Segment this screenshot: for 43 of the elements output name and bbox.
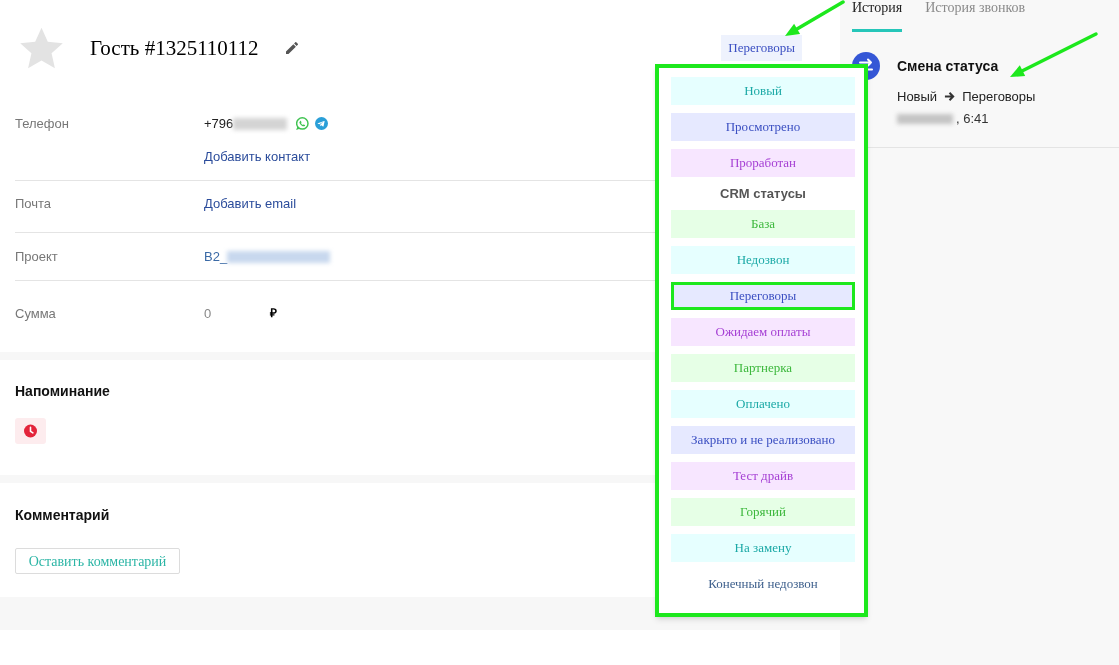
- pencil-icon[interactable]: [285, 42, 298, 54]
- project-link[interactable]: B2_: [204, 248, 228, 265]
- paper-plane-icon[interactable]: [315, 117, 329, 130]
- status-option[interactable]: Недозвон: [671, 246, 855, 274]
- status-option[interactable]: Просмотрено: [671, 113, 855, 141]
- leave-comment-button[interactable]: Оставить комментарий: [15, 548, 180, 574]
- status-option[interactable]: Оплачено: [671, 390, 855, 418]
- status-option[interactable]: На замену: [671, 534, 855, 562]
- new-status: Переговоры: [962, 88, 1036, 105]
- status-option[interactable]: База: [671, 210, 855, 238]
- status-option[interactable]: Ожидаем оплаты: [671, 318, 855, 346]
- status-option[interactable]: Новый: [671, 77, 855, 105]
- add-contact-link[interactable]: Добавить контакт: [204, 148, 329, 165]
- add-email-link[interactable]: Добавить email: [204, 195, 297, 212]
- section-title: Напоминание: [15, 382, 110, 401]
- status-option[interactable]: Переговоры: [671, 282, 855, 310]
- status-option[interactable]: Закрыто и не реализовано: [671, 426, 855, 454]
- phone-number: +796: [204, 115, 234, 132]
- status-button[interactable]: Переговоры: [721, 35, 802, 61]
- old-status: Новый: [897, 88, 938, 105]
- contact-name: Гость #1325110112: [90, 35, 259, 61]
- status-option[interactable]: Конечный недозвон: [671, 570, 855, 598]
- section-title: Комментарий: [15, 506, 110, 525]
- status-option[interactable]: Проработан: [671, 149, 855, 177]
- field-label: Почта: [15, 195, 53, 212]
- currency-sign: ₽: [270, 305, 277, 322]
- star-icon[interactable]: [20, 27, 63, 69]
- field-label: Телефон: [15, 115, 70, 132]
- annotation-arrow: [782, 0, 846, 38]
- status-option[interactable]: Тест драйв: [671, 462, 855, 490]
- history-tab[interactable]: История звонков: [925, 0, 1026, 32]
- field-label: Проект: [15, 248, 59, 265]
- history-time: , 6:41: [956, 110, 989, 127]
- status-option[interactable]: Горячий: [671, 498, 855, 526]
- arrow-right-icon: [944, 91, 956, 102]
- chat-bubble-icon[interactable]: [296, 117, 310, 130]
- field-label: Сумма: [15, 305, 57, 322]
- group-heading: CRM статусы: [719, 185, 807, 202]
- amount-value: 0: [204, 305, 213, 322]
- clock-icon[interactable]: [15, 418, 46, 444]
- status-option[interactable]: Партнерка: [671, 354, 855, 382]
- history-title: Смена статуса: [897, 57, 999, 76]
- history-tab[interactable]: История: [852, 0, 903, 32]
